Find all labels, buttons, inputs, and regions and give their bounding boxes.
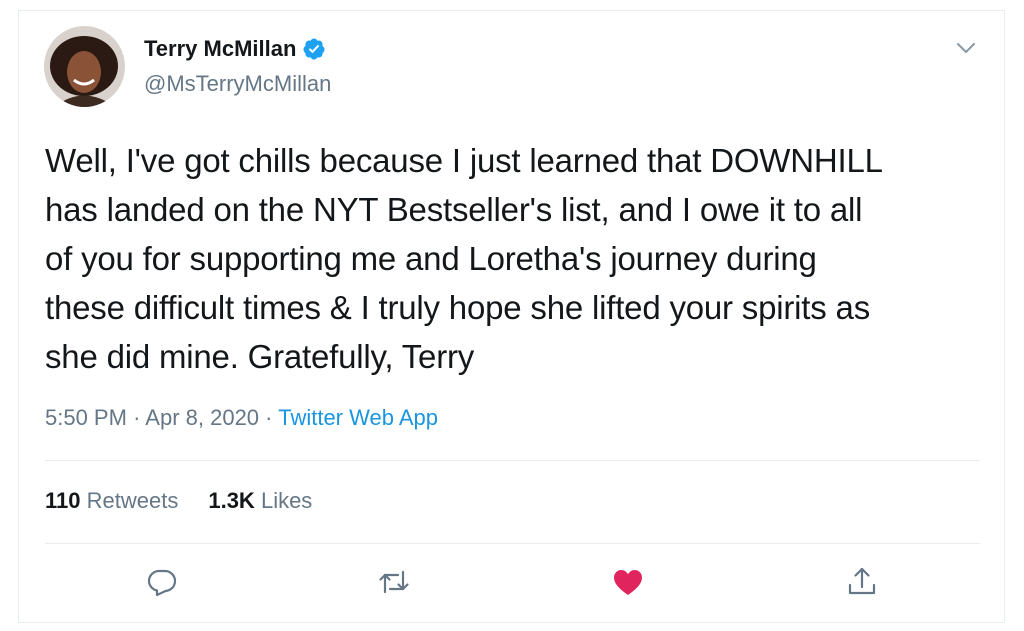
retweets-stat[interactable]: 110 Retweets <box>45 488 178 513</box>
likes-stat[interactable]: 1.3K Likes <box>208 488 312 513</box>
retweets-label: Retweets <box>86 488 179 513</box>
likes-label: Likes <box>260 488 313 513</box>
like-icon[interactable] <box>612 566 644 598</box>
divider <box>45 543 980 544</box>
author-name[interactable]: Terry McMillan <box>144 36 296 62</box>
tweet-line: she did mine. Gratefully, Terry <box>45 338 475 375</box>
retweets-count: 110 <box>45 488 81 513</box>
verified-badge-icon <box>303 38 325 60</box>
tweet-line: these difficult times & I truly hope she… <box>45 289 871 326</box>
share-icon[interactable] <box>846 566 878 598</box>
tweet-date[interactable]: Apr 8, 2020 <box>145 405 259 430</box>
tweet-source-link[interactable]: Twitter Web App <box>278 405 438 430</box>
tweet-line: of you for supporting me and Loretha's j… <box>45 240 817 277</box>
chevron-down-icon[interactable] <box>955 37 977 59</box>
author-handle[interactable]: @MsTerryMcMillan <box>144 71 331 97</box>
tweet-time[interactable]: 5:50 PM <box>45 405 127 430</box>
tweet-meta: 5:50 PM · Apr 8, 2020 · Twitter Web App <box>45 405 438 431</box>
likes-count: 1.3K <box>208 488 255 513</box>
tweet-text: Well, I've got chills because I just lea… <box>45 136 990 381</box>
tweet-line: has landed on the NYT Bestseller's list,… <box>45 191 863 228</box>
tweet-line: Well, I've got chills because I just lea… <box>45 142 883 179</box>
reply-icon[interactable] <box>146 566 178 598</box>
meta-separator: · <box>133 405 141 430</box>
meta-separator: · <box>265 405 273 430</box>
tweet-stats: 110 Retweets 1.3K Likes <box>45 488 312 514</box>
divider <box>45 460 980 461</box>
avatar[interactable] <box>44 26 125 107</box>
retweet-icon[interactable] <box>378 566 410 598</box>
author-name-row[interactable]: Terry McMillan <box>144 36 326 62</box>
